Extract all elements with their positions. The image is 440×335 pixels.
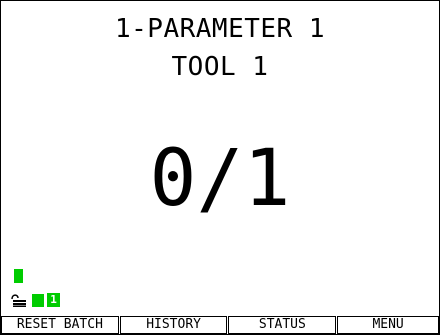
- batch-counter: 0/1: [149, 134, 291, 224]
- softkey-bar: RESET BATCH HISTORY STATUS MENU: [1, 316, 439, 334]
- menu-button[interactable]: MENU: [337, 316, 439, 334]
- tool-number-badge: 1: [47, 293, 60, 307]
- parameter-title: 1-PARAMETER 1: [115, 14, 325, 44]
- controller-screen: 1-PARAMETER 1 TOOL 1 0/1 1 RESET BATCH H…: [0, 0, 440, 335]
- unlocked-padlock-icon: [11, 294, 26, 307]
- status-button[interactable]: STATUS: [228, 316, 337, 334]
- tool-title: TOOL 1: [171, 52, 269, 82]
- reset-batch-button[interactable]: RESET BATCH: [1, 316, 119, 334]
- history-button[interactable]: HISTORY: [119, 316, 228, 334]
- connection-indicator: [32, 294, 44, 307]
- status-indicator: [14, 269, 23, 283]
